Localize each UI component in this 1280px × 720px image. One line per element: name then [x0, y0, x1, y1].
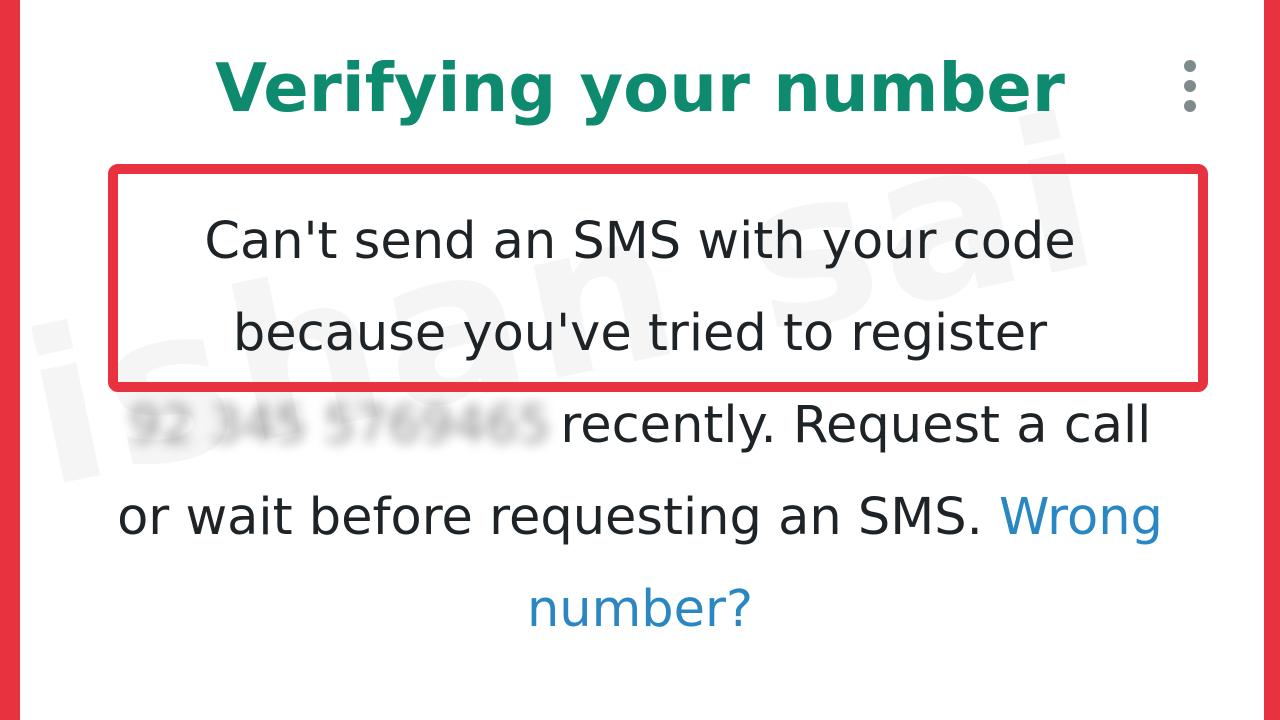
blurred-phone-number: 92 345 5769465	[128, 396, 551, 455]
wrong-number-link-part2[interactable]: number?	[527, 580, 753, 639]
message-line-3: 92 345 5769465 recently. Request a call	[0, 380, 1280, 472]
more-vert-icon-dot	[1184, 100, 1196, 112]
message-line-1: Can't send an SMS with your code	[204, 212, 1076, 271]
page-title: Verifying your number	[215, 49, 1065, 127]
message-line-2: because you've tried to register	[232, 304, 1048, 363]
message-line-5: number?	[0, 564, 1280, 656]
more-vert-icon	[1184, 60, 1196, 72]
message-line-4-text: or wait before requesting an SMS.	[117, 488, 983, 547]
message-line-3-text: recently. Request a call	[560, 396, 1152, 455]
wrong-number-link-part1[interactable]: Wrong	[999, 488, 1163, 547]
more-vert-icon-dot	[1184, 80, 1196, 92]
message-line-4: or wait before requesting an SMS. Wrong	[0, 472, 1280, 564]
more-options-button[interactable]	[1170, 56, 1210, 116]
verification-message: Can't send an SMS with your code because…	[0, 196, 1280, 656]
